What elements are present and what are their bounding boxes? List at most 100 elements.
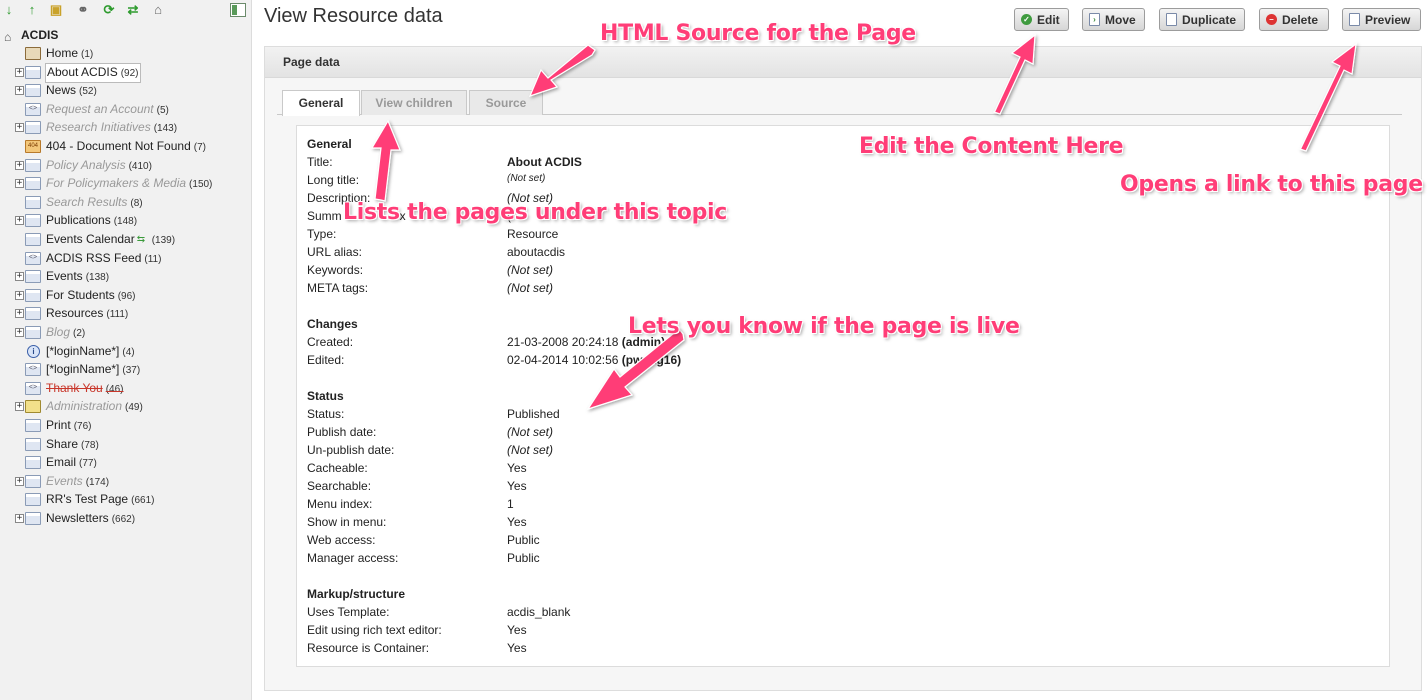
tree-item-id: (4): [122, 347, 135, 358]
tree-item[interactable]: + Events (138): [0, 267, 251, 285]
tree-item-title: Home: [46, 46, 79, 60]
tree-item[interactable]: <> [*loginName*] (37): [0, 360, 251, 378]
cacheable-value: Yes: [507, 461, 527, 475]
publish-date-label: Publish date:: [307, 425, 377, 439]
tree-item[interactable]: Events Calendar ⇆ (139): [0, 230, 251, 248]
tree-item[interactable]: Share (78): [0, 435, 251, 453]
tree-item[interactable]: Print (76): [0, 416, 251, 434]
tree-item[interactable]: + Newsletters (662): [0, 509, 251, 527]
tree-item-id: (78): [81, 440, 99, 451]
tree-item[interactable]: + Events (174): [0, 472, 251, 490]
tree-item[interactable]: <> Request an Account (5): [0, 100, 251, 118]
tree-item[interactable]: + Administration (49): [0, 397, 251, 415]
duplicate-button[interactable]: Duplicate: [1159, 8, 1245, 31]
new-weblink-icon[interactable]: ⚭: [76, 3, 90, 17]
expand-toggle-icon[interactable]: +: [15, 477, 24, 486]
annotation-status: Lets you know if the page is live: [628, 314, 1020, 339]
refresh-icon[interactable]: ⟳: [102, 3, 116, 17]
tree-item-label: Search Results (8): [46, 193, 143, 213]
tree-item[interactable]: + Publications (148): [0, 211, 251, 229]
tree-item[interactable]: + News (52): [0, 81, 251, 99]
tree-item-id: (49): [125, 402, 143, 413]
expand-all-icon[interactable]: ↓: [2, 3, 16, 17]
tree-item[interactable]: <> Thank You (46): [0, 379, 251, 397]
tree-item[interactable]: + About ACDIS (92): [0, 63, 251, 83]
resource-tree-sidebar: ↓ ↑ ▣ ⚭ ⟳ ⇄ ⌂ ⌂ ACDIS Home (1) + About ACDIS…: [0, 0, 252, 700]
edit-button[interactable]: ✓ Edit: [1014, 8, 1069, 31]
expand-toggle-icon[interactable]: +: [15, 179, 24, 188]
collapse-all-icon[interactable]: ↑: [25, 3, 39, 17]
expand-toggle-icon[interactable]: +: [15, 216, 24, 225]
tree-item[interactable]: + Blog (2): [0, 323, 251, 341]
expand-toggle-icon[interactable]: +: [15, 291, 24, 300]
preview-icon: [1349, 13, 1360, 26]
page-data-panel: Page data General View children Source G…: [264, 46, 1422, 691]
is-container-value: Yes: [507, 641, 527, 655]
purge-icon[interactable]: ⌂: [151, 3, 165, 17]
annotation-children: Lists the pages under this topic: [343, 200, 728, 225]
tree-item-title: Print: [46, 418, 71, 432]
expand-toggle-icon[interactable]: +: [15, 272, 24, 281]
expand-toggle-icon[interactable]: +: [15, 328, 24, 337]
tab-view-children[interactable]: View children: [361, 90, 467, 115]
admin-folder-icon: [25, 400, 41, 413]
tree-item[interactable]: + For Students (96): [0, 286, 251, 304]
tree-item-label: Resources (111): [46, 304, 128, 324]
url-alias-value: aboutacdis: [507, 245, 566, 259]
expand-toggle-icon[interactable]: +: [15, 402, 24, 411]
tree-item-label: Home (1): [46, 44, 93, 64]
delete-button[interactable]: – Delete: [1259, 8, 1329, 31]
preview-button[interactable]: Preview: [1342, 8, 1421, 31]
keywords-value: (Not set): [507, 263, 554, 277]
tree-item-label: Events (174): [46, 472, 109, 492]
expand-toggle-icon[interactable]: +: [15, 86, 24, 95]
manager-access-value: Public: [507, 551, 540, 565]
long-title-value: (Not set): [507, 173, 546, 184]
tab-general[interactable]: General: [282, 90, 360, 116]
expand-toggle-icon[interactable]: +: [15, 68, 24, 77]
tree-item[interactable]: 404 404 - Document Not Found (7): [0, 137, 251, 155]
web-access-value: Public: [507, 533, 540, 547]
move-icon: ›: [1089, 13, 1100, 26]
move-button[interactable]: › Move: [1082, 8, 1145, 31]
tree-item[interactable]: + Policy Analysis (410): [0, 156, 251, 174]
tree-item-label: Blog (2): [46, 323, 85, 343]
expand-toggle-icon[interactable]: +: [15, 309, 24, 318]
annotation-edit: Edit the Content Here: [859, 134, 1124, 159]
show-in-menu-value: Yes: [507, 515, 527, 529]
tree-item-label: Events Calendar ⇆ (139): [46, 230, 175, 250]
tree-item-title: Policy Analysis: [46, 158, 126, 172]
sort-icon[interactable]: ⇄: [126, 3, 140, 17]
status-value: Published: [507, 407, 560, 421]
tree-item[interactable]: + Research Initiatives (143): [0, 118, 251, 136]
tree-item[interactable]: + For Policymakers & Media (150): [0, 174, 251, 192]
tree-root[interactable]: ⌂ ACDIS: [4, 28, 58, 44]
tree-item[interactable]: + Resources (111): [0, 304, 251, 322]
preview-button-label: Preview: [1365, 13, 1411, 27]
page-icon: [25, 159, 41, 172]
tree-item-title: 404 - Document Not Found: [46, 139, 191, 153]
tree-item[interactable]: <> ACDIS RSS Feed (11): [0, 249, 251, 267]
meta-tags-label: META tags:: [307, 281, 369, 295]
tree-item-label: Events (138): [46, 267, 109, 287]
tree-item[interactable]: Home (1): [0, 44, 251, 62]
expand-toggle-icon[interactable]: +: [15, 514, 24, 523]
page-icon: [25, 84, 41, 97]
new-resource-icon[interactable]: ▣: [49, 3, 63, 17]
expand-toggle-icon[interactable]: +: [15, 161, 24, 170]
tree-item[interactable]: i [*loginName*] (4): [0, 342, 251, 360]
tree-item-title: For Students: [46, 288, 115, 302]
tab-source[interactable]: Source: [469, 90, 543, 115]
tree-root-label: ACDIS: [21, 28, 59, 42]
tree-item[interactable]: Search Results (8): [0, 193, 251, 211]
tree-item-title: Events: [46, 269, 83, 283]
tree-item[interactable]: Email (77): [0, 453, 251, 471]
expand-toggle-icon[interactable]: +: [15, 123, 24, 132]
tree-item-title: Email: [46, 455, 77, 469]
page-icon: [25, 419, 41, 432]
tree-item[interactable]: RR's Test Page (661): [0, 490, 251, 508]
edited-value: 02-04-2014 10:02:56 (pwang16): [507, 353, 681, 367]
tree-item-id: (111): [106, 309, 129, 320]
tree-item-id: (662): [111, 514, 136, 525]
hide-tree-icon[interactable]: [230, 3, 246, 17]
